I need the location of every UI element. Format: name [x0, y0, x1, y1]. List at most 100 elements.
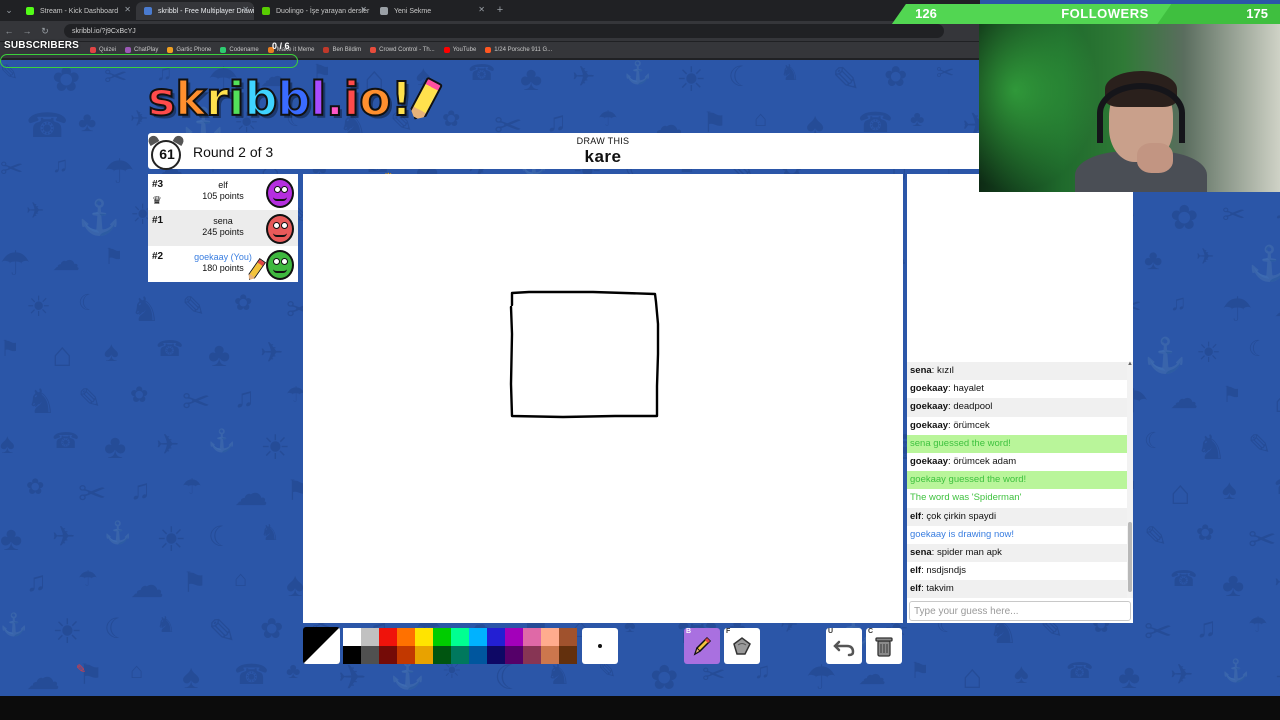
tab-close-icon[interactable]: ✕	[478, 5, 485, 14]
bookmark-favicon-icon	[167, 47, 174, 53]
doodle-glyph: ✂	[0, 153, 24, 184]
tab-search-icon[interactable]: ⌄	[0, 0, 18, 20]
doodle-glyph: ♞	[130, 291, 161, 329]
doodle-glyph: ⌂	[962, 658, 983, 696]
scroll-up-icon[interactable]: ▲	[1127, 361, 1133, 367]
color-swatch[interactable]	[397, 646, 415, 664]
logo-letter: .	[325, 72, 345, 126]
avatar-eye	[274, 186, 281, 193]
clear-button[interactable]: C	[866, 628, 902, 664]
player-row[interactable]: #1 sena 245 points	[148, 210, 298, 246]
doodle-glyph: ♫	[130, 474, 151, 505]
doodle-glyph: ♠	[182, 658, 201, 696]
color-swatch[interactable]	[379, 628, 397, 646]
bookmark-item[interactable]: Codename	[220, 47, 259, 53]
brush-size-button[interactable]	[582, 628, 618, 664]
bookmark-item[interactable]: Quizei	[90, 47, 116, 53]
guess-input[interactable]	[909, 601, 1131, 621]
doodle-glyph: ☾	[1248, 336, 1268, 361]
current-color-preview[interactable]	[303, 627, 340, 664]
chat-scrollbar[interactable]: ▲	[1127, 361, 1133, 598]
doodle-glyph: ☎	[234, 659, 269, 690]
color-swatch[interactable]	[541, 628, 559, 646]
color-swatch[interactable]	[451, 646, 469, 664]
color-swatch[interactable]	[433, 646, 451, 664]
forward-icon[interactable]: →	[18, 26, 36, 36]
subscribers-label: SUBSCRIBERS	[4, 40, 79, 51]
color-swatch[interactable]	[523, 646, 541, 664]
back-icon[interactable]: ←	[0, 26, 18, 36]
bookmark-item[interactable]: YouTube	[443, 47, 476, 53]
player-row[interactable]: #2 goekaay (You) 180 points	[148, 246, 298, 282]
color-swatch[interactable]	[523, 628, 541, 646]
skribbl-logo: s k r i b b l. i o!	[147, 72, 434, 126]
new-tab-button[interactable]: +	[490, 4, 510, 16]
tab-title: skribbl - Free Multiplayer Drawin	[158, 7, 254, 15]
color-swatch[interactable]	[343, 646, 361, 664]
bookmark-item[interactable]: ChatPlay	[125, 47, 158, 53]
color-swatch[interactable]	[505, 628, 523, 646]
doodle-glyph: ✎	[1248, 429, 1272, 460]
doodle-glyph: ☂	[0, 245, 31, 283]
chat-text: The word was 'Spiderman'	[910, 492, 1022, 504]
doodle-glyph: ⚑	[182, 567, 208, 598]
drawing-canvas[interactable]	[303, 174, 903, 623]
logo-letter: b	[243, 72, 278, 126]
browser-tab[interactable]: Duolingo - İşe yarayan dersler ✕	[254, 2, 372, 20]
fill-bucket-icon	[733, 637, 751, 655]
color-swatch[interactable]	[505, 646, 523, 664]
avatar-mouth	[273, 269, 287, 273]
color-swatch[interactable]	[433, 628, 451, 646]
bookmark-item[interactable]: Gartic Phone	[167, 47, 211, 53]
chat-author: elf	[910, 565, 922, 577]
chat-panel: sena: kızıl goekaay: hayalet goekaay: dead…	[907, 174, 1133, 623]
fill-tool-button[interactable]: F	[724, 628, 760, 664]
color-swatch[interactable]	[361, 646, 379, 664]
doodle-glyph: ☎	[1170, 566, 1198, 591]
color-swatch[interactable]	[343, 628, 361, 646]
color-swatch[interactable]	[379, 646, 397, 664]
doodle-glyph: ⚑	[1222, 382, 1242, 407]
color-swatch[interactable]	[541, 646, 559, 664]
tab-close-icon[interactable]: ✕	[124, 5, 131, 14]
color-swatch[interactable]	[469, 646, 487, 664]
color-swatch[interactable]	[559, 646, 577, 664]
color-swatch[interactable]	[469, 628, 487, 646]
pencil-shortcut: B	[686, 628, 692, 635]
tab-close-icon[interactable]: ✕	[360, 5, 367, 14]
player-avatar	[265, 248, 295, 280]
doodle-glyph: ♣	[1144, 244, 1163, 275]
chat-scrollbar-thumb[interactable]	[1128, 522, 1132, 592]
address-bar[interactable]: skribbl.io/?j9CxBcYJ	[64, 24, 944, 38]
doodle-glyph: ♫	[1170, 290, 1187, 315]
browser-tab[interactable]: Yeni Sekme ✕	[372, 2, 490, 20]
doodle-glyph: ☎	[156, 336, 184, 361]
reload-icon[interactable]: ↻	[36, 26, 54, 37]
browser-tab[interactable]: skribbl - Free Multiplayer Drawin ✕	[136, 2, 254, 20]
color-swatch[interactable]	[415, 646, 433, 664]
color-swatch[interactable]	[487, 628, 505, 646]
doodle-glyph: ☀	[260, 429, 291, 467]
browser-tab[interactable]: Stream - Kick Dashboard ✕	[18, 2, 136, 20]
bookmark-item[interactable]: Crowd Control - Th...	[370, 47, 435, 53]
bookmark-item[interactable]: 1/24 Porsche 911 G...	[485, 47, 552, 53]
doodle-glyph: ✈	[130, 106, 149, 131]
doodle-glyph: ♣	[78, 106, 97, 137]
doodle-glyph: ✿	[1196, 520, 1215, 545]
color-swatch[interactable]	[559, 628, 577, 646]
doodle-glyph: ☁	[130, 567, 164, 605]
player-row[interactable]: #3 ♛ elf 105 points ♛	[148, 170, 395, 210]
undo-button[interactable]: U	[826, 628, 862, 664]
game-header: 61 Round 2 of 3 DRAW THIS kare	[146, 133, 980, 170]
pencil-tool-button[interactable]: B	[684, 628, 720, 664]
color-swatch[interactable]	[487, 646, 505, 664]
color-swatch[interactable]	[415, 628, 433, 646]
color-swatch[interactable]	[397, 628, 415, 646]
tab-close-icon[interactable]: ✕	[242, 5, 249, 14]
color-swatch[interactable]	[451, 628, 469, 646]
color-swatch[interactable]	[361, 628, 379, 646]
doodle-glyph: ♣	[1222, 566, 1245, 604]
bookmark-favicon-icon	[125, 47, 132, 53]
bookmark-item[interactable]: Ben Bildim	[323, 47, 361, 53]
logo-letter: b	[276, 72, 311, 126]
